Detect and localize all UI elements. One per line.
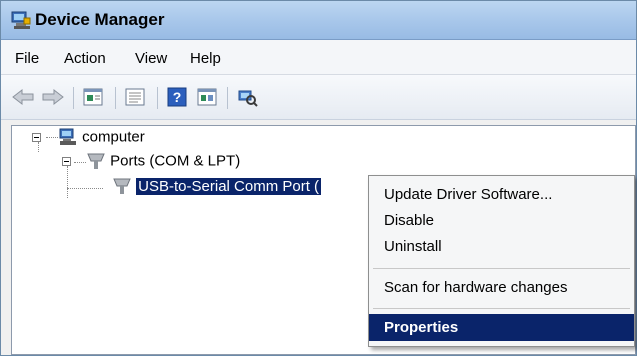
device-manager-app-icon (10, 10, 32, 30)
forward-arrow-icon[interactable] (41, 85, 65, 109)
toolbar: ? (1, 75, 636, 120)
toolbar-separator (227, 87, 228, 109)
tree-connector (67, 166, 68, 198)
title-bar[interactable]: Device Manager (1, 1, 636, 40)
tree-label-computer: computer (82, 128, 145, 146)
tree-label-ports: Ports (COM & LPT) (110, 152, 241, 170)
menu-disable[interactable]: Disable (369, 207, 634, 234)
tree-connector (38, 142, 39, 152)
help-icon[interactable]: ? (165, 85, 189, 109)
menu-separator (373, 308, 630, 309)
toolbar-separator (157, 87, 158, 109)
menu-action[interactable]: Action (64, 50, 106, 67)
back-arrow-icon[interactable] (11, 85, 35, 109)
update-driver-icon[interactable] (195, 85, 219, 109)
properties-icon[interactable] (81, 85, 105, 109)
svg-text:?: ? (173, 89, 182, 105)
collapse-toggle-computer[interactable] (32, 133, 41, 142)
tree-connector (46, 137, 58, 138)
menu-help[interactable]: Help (190, 50, 221, 67)
menu-uninstall[interactable]: Uninstall (369, 233, 634, 260)
device-manager-window: Device Manager File Action View Help ? c… (0, 0, 637, 356)
window-title: Device Manager (35, 10, 165, 29)
tree-label-usb-serial-port: USB-to-Serial Comm Port ( (136, 177, 322, 195)
tree-item-ports[interactable]: Ports (COM & LPT) (86, 152, 240, 170)
tree-connector (67, 188, 103, 189)
scan-hardware-icon[interactable] (235, 85, 259, 109)
tree-connector (74, 162, 86, 163)
tree-item-computer[interactable]: computer (58, 128, 145, 146)
menu-view[interactable]: View (135, 50, 167, 67)
view-icon[interactable] (123, 85, 147, 109)
port-connector-icon (86, 152, 106, 170)
port-connector-icon (112, 177, 132, 195)
menu-bar: File Action View Help (1, 40, 636, 75)
menu-file[interactable]: File (15, 50, 39, 67)
computer-icon (58, 128, 78, 146)
collapse-toggle-ports[interactable] (62, 157, 71, 166)
menu-properties[interactable]: Properties (369, 314, 634, 341)
menu-update-driver-software[interactable]: Update Driver Software... (369, 181, 634, 208)
context-menu: Update Driver Software... Disable Uninst… (368, 175, 635, 347)
menu-separator (373, 268, 630, 269)
toolbar-separator (115, 87, 116, 109)
tree-item-usb-serial-port[interactable]: USB-to-Serial Comm Port ( (112, 177, 322, 195)
menu-scan-hardware-changes[interactable]: Scan for hardware changes (369, 274, 634, 301)
toolbar-separator (73, 87, 74, 109)
